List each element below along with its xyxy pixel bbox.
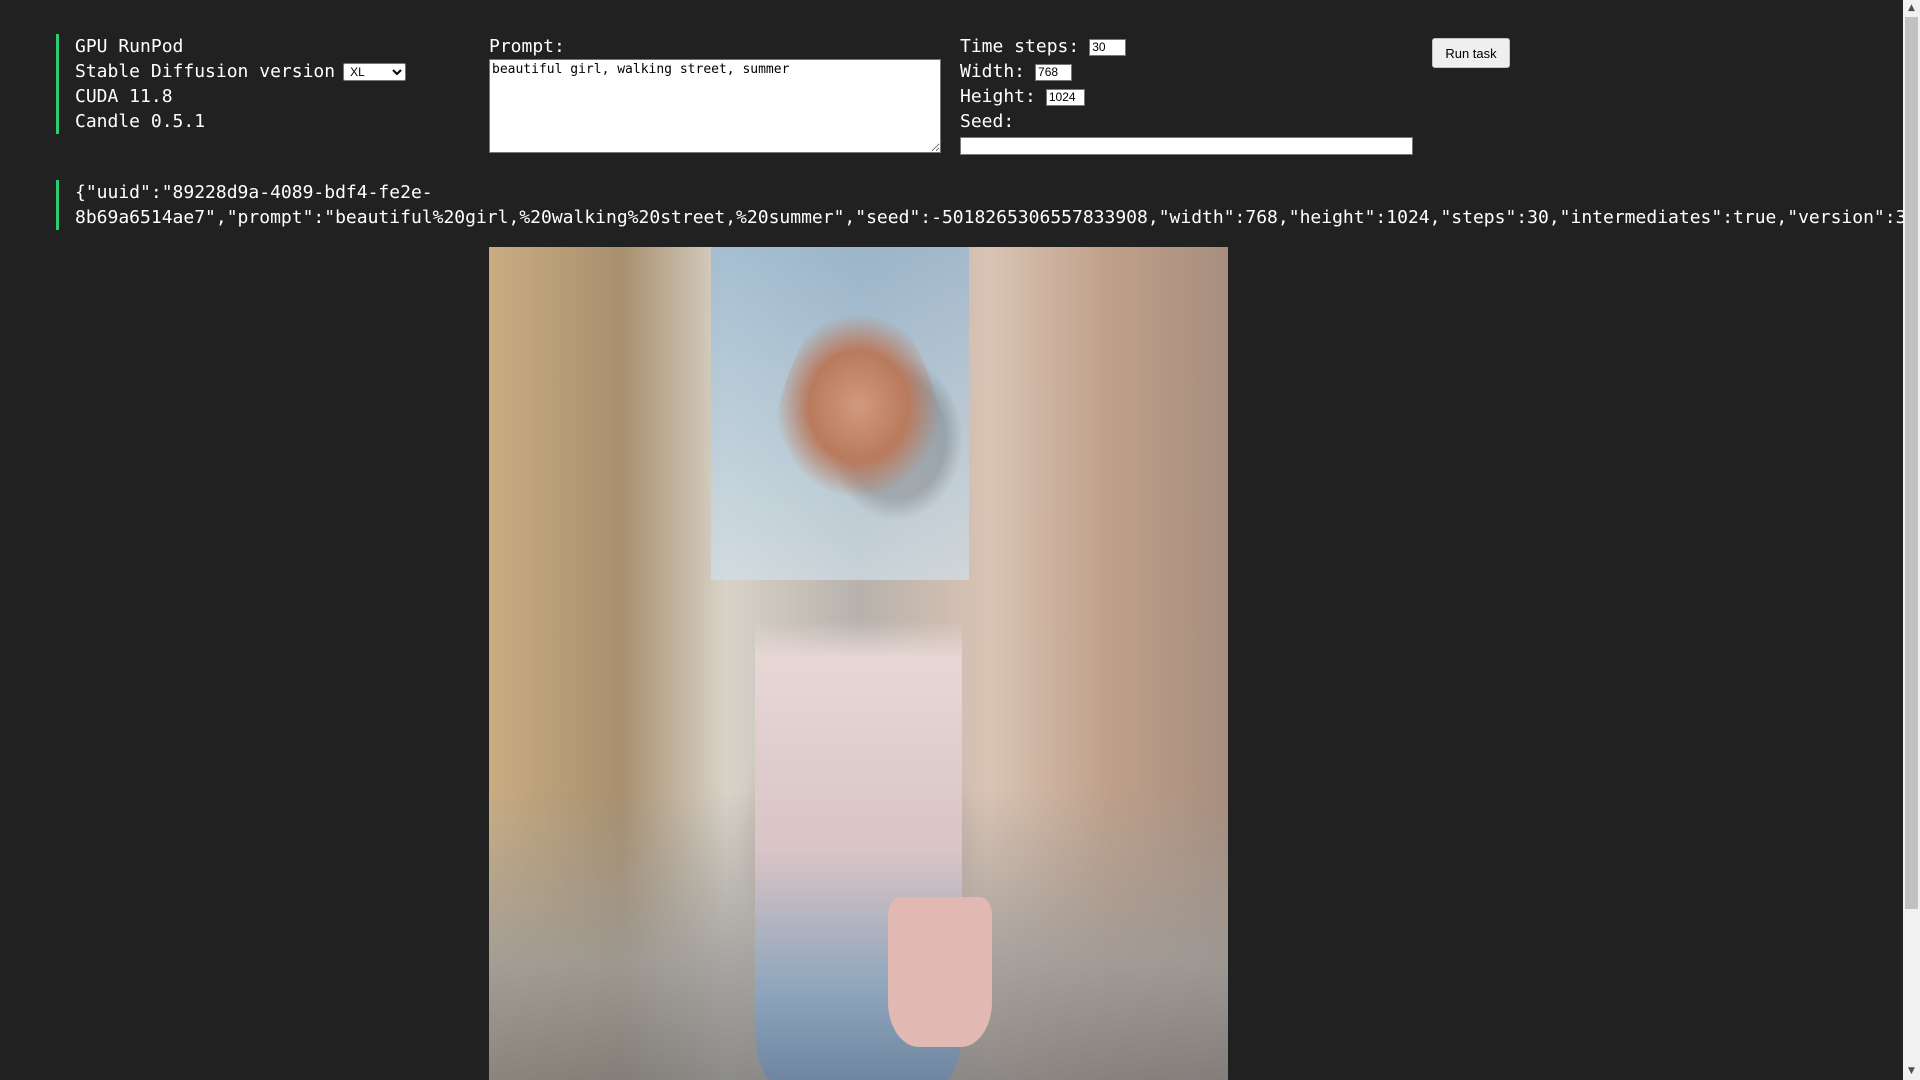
sd-version-row: Stable Diffusion version XL bbox=[75, 59, 416, 84]
params-section: Time steps: Width: Height: Seed: bbox=[960, 34, 1413, 155]
time-steps-label: Time steps: bbox=[960, 36, 1080, 57]
sd-version-select[interactable]: XL bbox=[343, 63, 407, 81]
width-row: Width: bbox=[960, 59, 1413, 84]
page-scrollbar[interactable]: ▲ ▼ bbox=[1903, 0, 1920, 1080]
result-json-line: 8b69a6514ae7","prompt":"beautiful%20girl… bbox=[75, 207, 1918, 228]
prompt-label: Prompt: bbox=[489, 36, 565, 57]
height-label: Height: bbox=[960, 86, 1036, 107]
result-json-line: {"uuid":"89228d9a-4089-bdf4-fe2e- bbox=[75, 182, 433, 203]
cuda-label: CUDA 11.8 bbox=[75, 86, 173, 107]
height-row: Height: bbox=[960, 84, 1413, 109]
time-steps-row: Time steps: bbox=[960, 34, 1413, 59]
seed-label: Seed: bbox=[960, 111, 1015, 132]
scrollbar-thumb[interactable] bbox=[1905, 17, 1918, 909]
generated-image bbox=[489, 247, 1228, 1080]
system-info-panel: GPU RunPod Stable Diffusion version XL C… bbox=[56, 34, 416, 134]
scroll-up-arrow-icon[interactable]: ▲ bbox=[1903, 0, 1920, 17]
candle-label: Candle 0.5.1 bbox=[75, 111, 206, 132]
prompt-textarea[interactable]: beautiful girl, walking street, summer bbox=[489, 59, 941, 153]
result-json-output: {"uuid":"89228d9a-4089-bdf4-fe2e- 8b69a6… bbox=[56, 180, 1918, 230]
image-bag-region bbox=[888, 896, 992, 1047]
gpu-label: GPU RunPod bbox=[75, 36, 184, 57]
run-task-button[interactable]: Run task bbox=[1432, 38, 1510, 68]
seed-input[interactable] bbox=[960, 137, 1413, 155]
scroll-down-arrow-icon[interactable]: ▼ bbox=[1903, 1063, 1920, 1080]
time-steps-input[interactable] bbox=[1089, 38, 1127, 56]
width-label: Width: bbox=[960, 61, 1026, 82]
prompt-section: Prompt: beautiful girl, walking street, … bbox=[489, 34, 941, 153]
sd-version-label: Stable Diffusion version bbox=[75, 61, 336, 82]
height-input[interactable] bbox=[1045, 88, 1085, 106]
width-input[interactable] bbox=[1035, 63, 1073, 81]
